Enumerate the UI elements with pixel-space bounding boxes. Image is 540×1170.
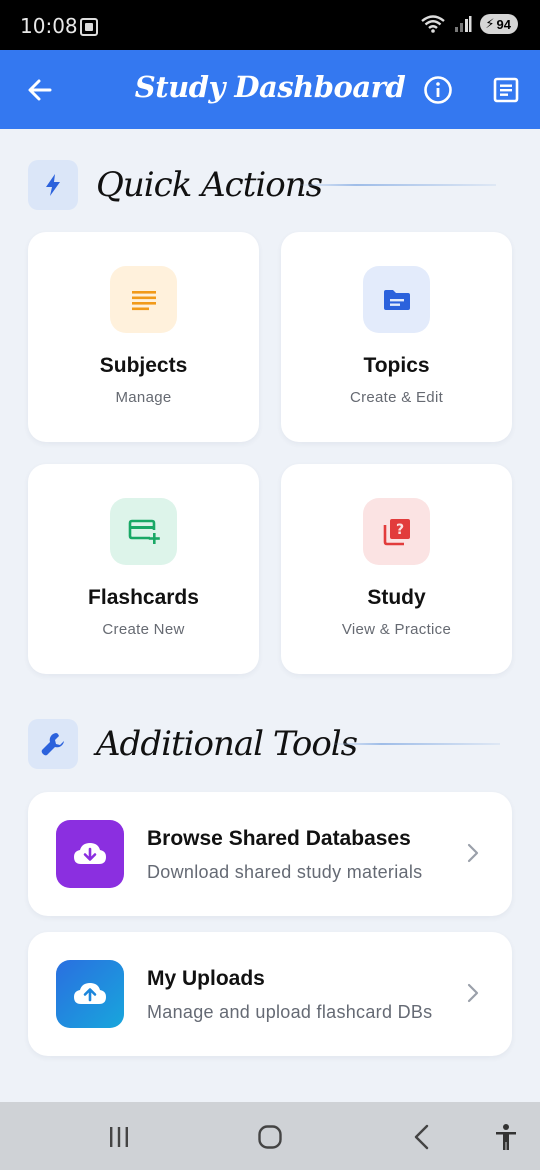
cloud-upload-icon: [74, 983, 106, 1004]
list-lines-icon: [131, 290, 156, 310]
quick-actions-header: Quick Actions: [28, 160, 323, 210]
quick-actions-badge: [28, 160, 78, 210]
card-study[interactable]: ? Study View & Practice: [281, 464, 512, 674]
additional-tools-header: Additional Tools: [28, 719, 358, 769]
card-title: Subjects: [99, 354, 188, 377]
section-title-additional-tools: Additional Tools: [96, 724, 358, 764]
tool-title: Browse Shared Databases: [147, 827, 411, 850]
card-title: Topics: [363, 354, 430, 377]
status-bar: 10:08 ⚡ 94: [0, 0, 540, 50]
wrench-icon: [41, 733, 64, 756]
chevron-right-icon: [467, 843, 479, 863]
cloud-download-icon: [74, 843, 106, 864]
lightning-icon: [46, 174, 60, 196]
card-icon-box: [110, 266, 177, 333]
wifi-icon: [421, 15, 446, 33]
notes-icon: [493, 77, 519, 103]
status-time: 10:08: [20, 14, 78, 38]
card-add-icon: [128, 519, 160, 544]
section-divider: [330, 743, 500, 745]
tool-icon-box: [56, 960, 124, 1028]
tool-icon-box: [56, 820, 124, 888]
tool-subtitle: Download shared study materials: [147, 862, 423, 882]
app-bar: Study Dashboard: [0, 50, 540, 129]
my-uploads-item[interactable]: My Uploads Manage and upload flashcard D…: [28, 932, 512, 1056]
system-nav-bar: [0, 1102, 540, 1170]
home-button[interactable]: [253, 1120, 287, 1154]
card-subtitle: Create New: [102, 621, 185, 638]
section-divider: [296, 184, 496, 186]
section-title-quick-actions: Quick Actions: [96, 165, 323, 205]
svg-text:?: ?: [395, 522, 403, 538]
chevron-right-icon: [467, 983, 479, 1003]
card-title: Flashcards: [88, 586, 199, 609]
bolt-icon: ⚡: [485, 16, 495, 31]
system-back-button[interactable]: [405, 1120, 439, 1154]
card-subjects[interactable]: Subjects Manage: [28, 232, 259, 442]
card-flashcards[interactable]: Flashcards Create New: [28, 464, 259, 674]
card-subtitle: Manage: [115, 389, 172, 406]
recent-apps-button[interactable]: [102, 1120, 136, 1154]
info-button[interactable]: [418, 70, 458, 110]
card-title: Study: [367, 586, 426, 609]
home-icon: [258, 1125, 282, 1149]
folder-icon: [383, 289, 410, 310]
status-indicators: ⚡ 94: [420, 14, 518, 34]
info-circle-icon: [424, 76, 452, 104]
battery-level: 94: [496, 16, 511, 32]
card-icon-box: [363, 266, 430, 333]
notes-button[interactable]: [486, 70, 526, 110]
battery-indicator: ⚡ 94: [480, 14, 518, 34]
additional-tools-badge: [28, 719, 78, 769]
card-topics[interactable]: Topics Create & Edit: [281, 232, 512, 442]
accessibility-icon: [496, 1124, 516, 1150]
card-subtitle: Create & Edit: [349, 389, 444, 406]
card-icon-box: [110, 498, 177, 565]
tool-subtitle: Manage and upload flashcard DBs: [147, 1002, 433, 1022]
quiz-icon: ?: [383, 518, 410, 545]
recent-apps-icon: [110, 1127, 128, 1147]
card-subtitle: View & Practice: [341, 621, 452, 638]
page-title: Study Dashboard: [134, 70, 406, 104]
browse-shared-databases-item[interactable]: Browse Shared Databases Download shared …: [28, 792, 512, 916]
chevron-left-icon: [414, 1124, 429, 1150]
signal-icon: [455, 16, 472, 32]
screenshot-indicator-icon: [80, 18, 98, 36]
tool-title: My Uploads: [147, 967, 265, 990]
accessibility-button[interactable]: [489, 1120, 523, 1154]
card-icon-box: ?: [363, 498, 430, 565]
